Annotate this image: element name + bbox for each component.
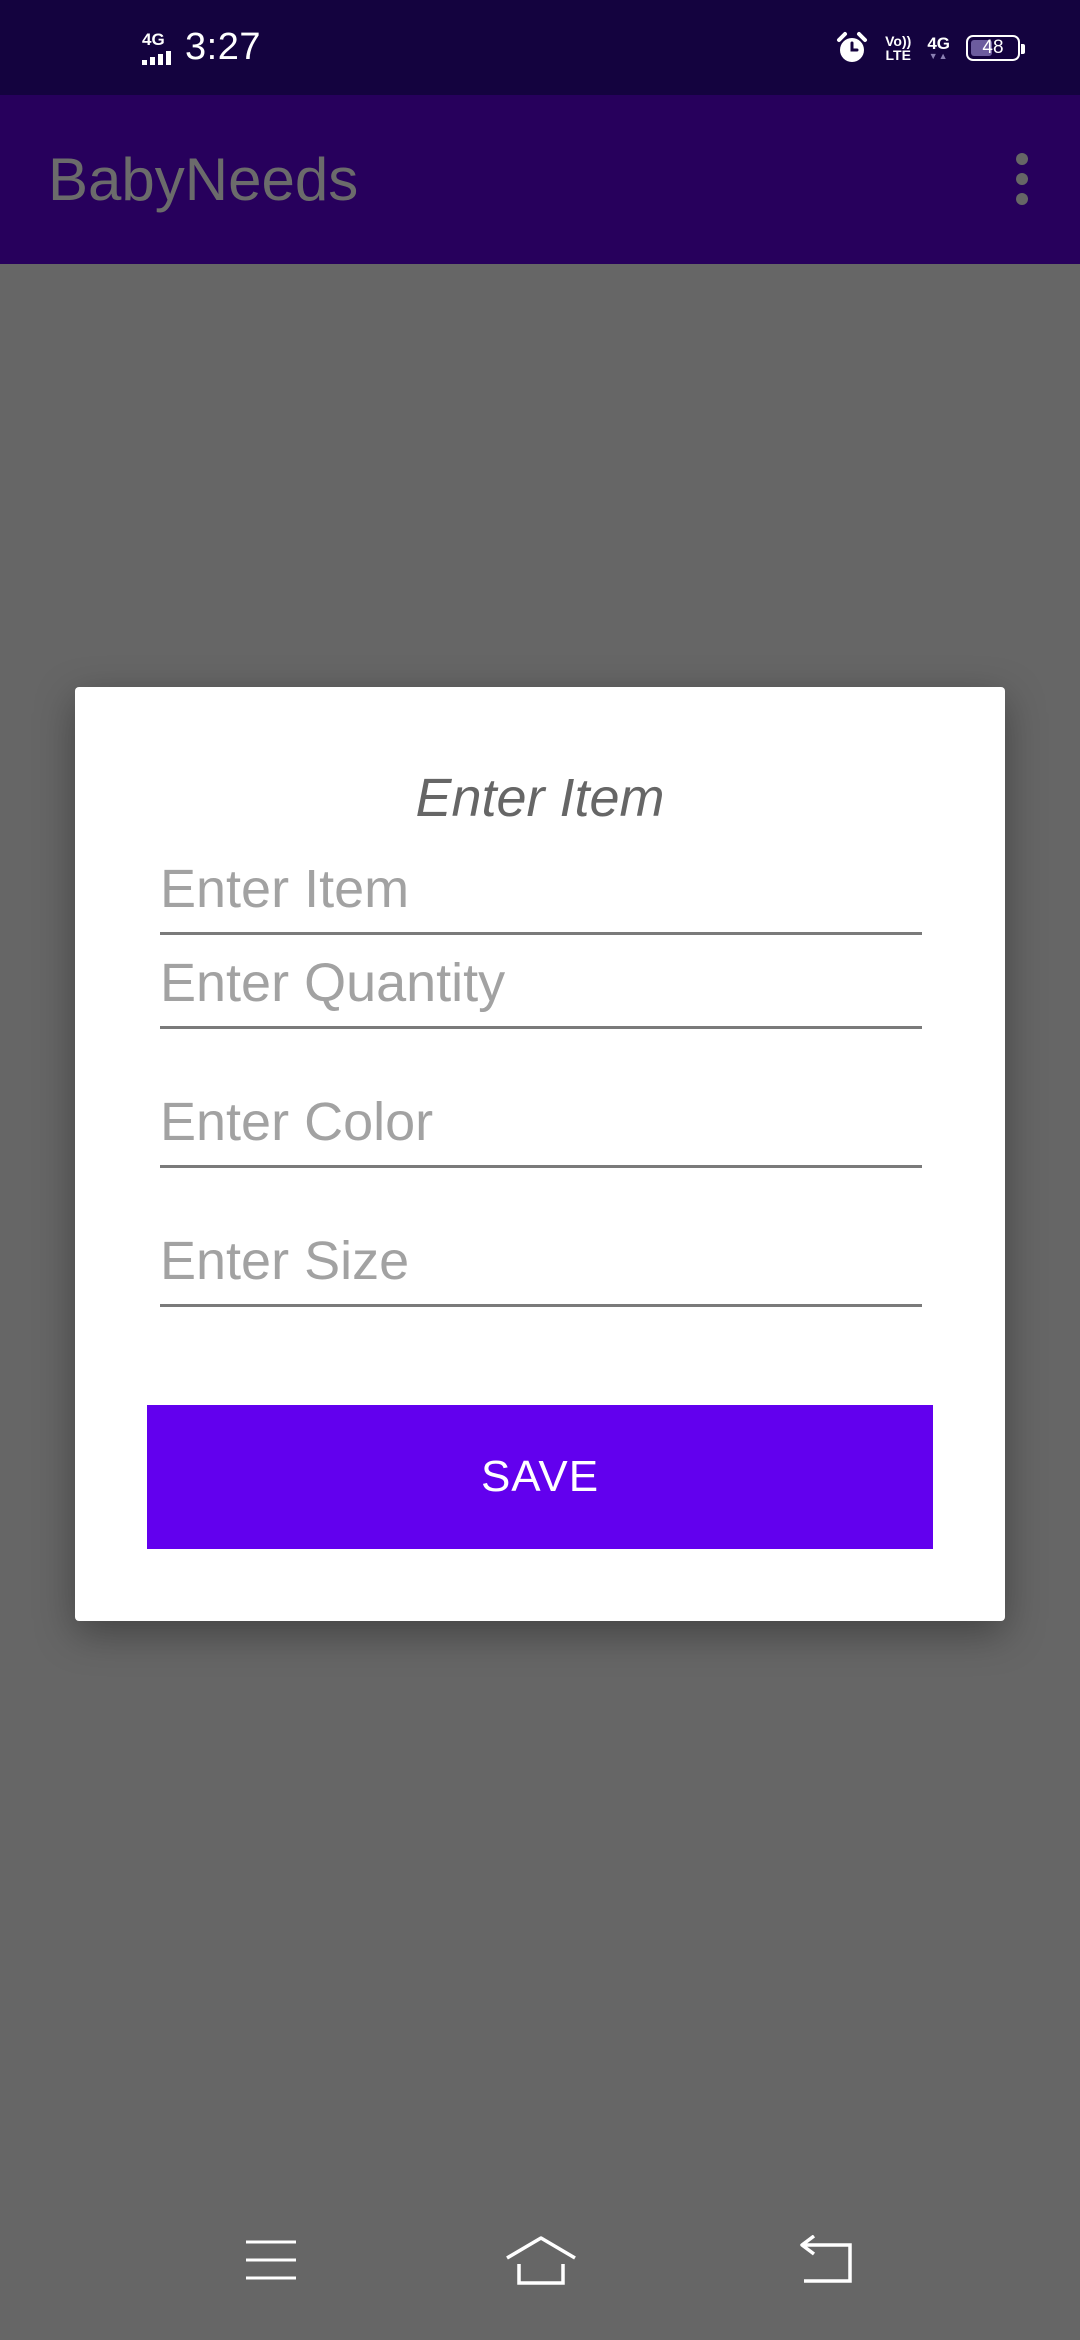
item-input[interactable] bbox=[160, 858, 922, 920]
app-bar: BabyNeeds bbox=[0, 95, 1080, 264]
menu-icon[interactable] bbox=[231, 2220, 311, 2300]
volte-bottom-label: LTE bbox=[885, 46, 911, 63]
status-time: 3:27 bbox=[185, 26, 261, 68]
app-title: BabyNeeds bbox=[48, 146, 359, 213]
data-arrows-icon: ▼▲ bbox=[928, 50, 949, 61]
alarm-icon bbox=[837, 31, 868, 62]
battery-level: 48 bbox=[982, 36, 1004, 58]
network-type-label: 4G bbox=[142, 29, 165, 49]
color-field bbox=[160, 1086, 922, 1168]
dialog-title: Enter Item bbox=[415, 768, 665, 828]
battery-icon: 48 bbox=[966, 34, 1025, 61]
status-left: 4G 3:27 bbox=[142, 0, 261, 95]
system-navigation-bar bbox=[0, 2180, 1080, 2340]
network-right-label: 4G bbox=[927, 33, 950, 53]
mobile-data-icon: 4G ▼▲ bbox=[927, 35, 950, 61]
overflow-menu-icon[interactable] bbox=[986, 143, 1058, 215]
status-right: Vo)) LTE 4G ▼▲ 48 bbox=[835, 0, 1025, 95]
enter-item-dialog: Enter Item SAVE bbox=[75, 687, 1005, 1621]
quantity-field bbox=[160, 947, 922, 1029]
signal-bars bbox=[142, 50, 171, 65]
size-input[interactable] bbox=[160, 1230, 922, 1292]
size-field bbox=[160, 1225, 922, 1307]
status-bar: 4G 3:27 Vo)) LTE 4G ▼▲ 48 bbox=[0, 0, 1080, 95]
item-field bbox=[160, 853, 922, 935]
volte-top-label: Vo)) bbox=[885, 32, 912, 49]
quantity-input[interactable] bbox=[160, 952, 922, 1014]
save-button[interactable]: SAVE bbox=[147, 1405, 933, 1549]
home-icon[interactable] bbox=[501, 2220, 581, 2300]
volte-icon: Vo)) LTE bbox=[885, 34, 911, 62]
back-icon[interactable] bbox=[783, 2220, 863, 2300]
signal-icon: 4G bbox=[142, 31, 171, 65]
color-input[interactable] bbox=[160, 1091, 922, 1153]
